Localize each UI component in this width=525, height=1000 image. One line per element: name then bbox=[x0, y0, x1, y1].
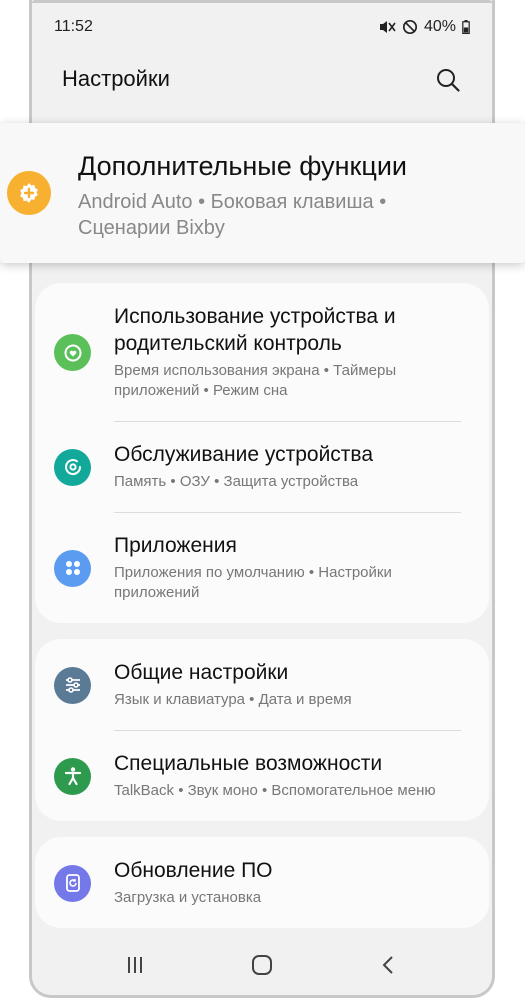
device-care-icon bbox=[54, 448, 91, 486]
update-icon bbox=[54, 864, 91, 902]
settings-item-software-update[interactable]: Обновление ПО Загрузка и установка bbox=[35, 837, 489, 928]
advanced-features-title: Дополнительные функции bbox=[78, 151, 407, 181]
status-icons: 40% bbox=[378, 18, 470, 36]
accessibility-icon bbox=[54, 757, 91, 795]
item-title: Использование устройства и родительский … bbox=[114, 305, 396, 355]
settings-item-wellbeing[interactable]: Использование устройства и родительский … bbox=[35, 283, 489, 421]
settings-header: Настройки bbox=[32, 56, 492, 106]
advanced-features-icon bbox=[7, 171, 51, 215]
back-icon[interactable] bbox=[367, 943, 411, 987]
sliders-icon bbox=[54, 666, 91, 704]
settings-item-advanced-features[interactable]: Дополнительные функции Android Auto • Бо… bbox=[0, 123, 525, 263]
search-icon[interactable] bbox=[434, 66, 462, 94]
settings-item-accessibility[interactable]: Специальные возможности TalkBack • Звук … bbox=[35, 730, 489, 821]
recent-apps-icon[interactable] bbox=[113, 943, 157, 987]
home-icon[interactable] bbox=[240, 943, 284, 987]
item-title: Общие настройки bbox=[114, 661, 289, 684]
item-subtitle: TalkBack • Звук моно • Вспомогательное м… bbox=[114, 782, 436, 799]
item-title: Специальные возможности bbox=[114, 752, 383, 775]
no-disturb-icon bbox=[402, 19, 418, 35]
settings-card-device: Использование устройства и родительский … bbox=[35, 283, 489, 623]
item-subtitle: Язык и клавиатура • Дата и время bbox=[114, 691, 352, 708]
status-time: 11:52 bbox=[54, 18, 93, 35]
settings-card-general: Общие настройки Язык и клавиатура • Дата… bbox=[35, 639, 489, 821]
navigation-bar bbox=[32, 935, 492, 995]
settings-list: Использование устройства и родительский … bbox=[35, 283, 489, 944]
advanced-features-subtitle: Android Auto • Боковая клавиша • Сценари… bbox=[78, 191, 387, 239]
page-title: Настройки bbox=[62, 66, 170, 91]
mute-icon bbox=[378, 19, 396, 35]
item-subtitle: Загрузка и установка bbox=[114, 889, 262, 906]
settings-card-update: Обновление ПО Загрузка и установка bbox=[35, 837, 489, 928]
wellbeing-icon bbox=[54, 334, 91, 371]
item-subtitle: Время использования экрана • Таймеры при… bbox=[114, 362, 397, 399]
item-title: Обновление ПО bbox=[114, 859, 273, 882]
item-subtitle: Приложения по умолчанию • Настройки прил… bbox=[114, 564, 392, 601]
settings-item-device-care[interactable]: Обслуживание устройства Память • ОЗУ • З… bbox=[35, 421, 489, 512]
item-title: Приложения bbox=[114, 534, 237, 557]
item-subtitle: Память • ОЗУ • Защита устройства bbox=[114, 473, 359, 490]
status-bar: 11:52 40% bbox=[32, 0, 492, 56]
settings-item-apps[interactable]: Приложения Приложения по умолчанию • Нас… bbox=[35, 512, 489, 623]
battery-level: 40% bbox=[423, 18, 456, 35]
apps-icon bbox=[54, 549, 91, 587]
settings-item-general[interactable]: Общие настройки Язык и клавиатура • Дата… bbox=[35, 639, 489, 730]
battery-icon bbox=[462, 20, 470, 34]
item-title: Обслуживание устройства bbox=[114, 443, 374, 466]
